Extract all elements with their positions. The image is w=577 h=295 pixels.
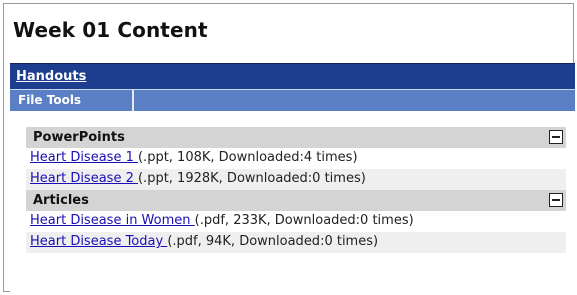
list-item: Heart Disease Today (.pdf, 94K, Download… bbox=[26, 232, 566, 253]
file-meta: (.ppt, 108K, Downloaded:4 times) bbox=[137, 150, 358, 165]
file-tools-bar: File Tools bbox=[10, 89, 575, 111]
section-title: PowerPoints bbox=[33, 130, 125, 145]
file-list-panel: PowerPoints Heart Disease 1 (.ppt, 108K,… bbox=[26, 127, 566, 253]
file-link[interactable]: Heart Disease 1 bbox=[30, 150, 138, 165]
minus-box-icon[interactable] bbox=[549, 193, 563, 207]
content-area: PowerPoints Heart Disease 1 (.ppt, 108K,… bbox=[10, 111, 575, 294]
page-title: Week 01 Content bbox=[13, 18, 208, 42]
file-meta: (.pdf, 233K, Downloaded:0 times) bbox=[194, 213, 414, 228]
file-link[interactable]: Heart Disease in Women bbox=[30, 213, 195, 228]
list-item: Heart Disease 2 (.ppt, 1928K, Downloaded… bbox=[26, 169, 566, 190]
handouts-link[interactable]: Handouts bbox=[16, 69, 86, 84]
section-title: Articles bbox=[33, 193, 89, 208]
file-meta: (.ppt, 1928K, Downloaded:0 times) bbox=[137, 171, 366, 186]
handouts-header-bar: Handouts bbox=[10, 63, 575, 89]
list-item: Heart Disease 1 (.ppt, 108K, Downloaded:… bbox=[26, 148, 566, 169]
section-header-articles: Articles bbox=[26, 190, 566, 211]
content-frame: Week 01 Content Handouts File Tools Powe… bbox=[3, 3, 575, 294]
file-link[interactable]: Heart Disease 2 bbox=[30, 171, 138, 186]
list-item: Heart Disease in Women (.pdf, 233K, Down… bbox=[26, 211, 566, 232]
file-meta: (.pdf, 94K, Downloaded:0 times) bbox=[167, 234, 379, 249]
file-tools-tab[interactable]: File Tools bbox=[10, 90, 134, 111]
minus-box-icon[interactable] bbox=[549, 130, 563, 144]
section-header-powerpoints: PowerPoints bbox=[26, 127, 566, 148]
file-link[interactable]: Heart Disease Today bbox=[30, 234, 167, 249]
